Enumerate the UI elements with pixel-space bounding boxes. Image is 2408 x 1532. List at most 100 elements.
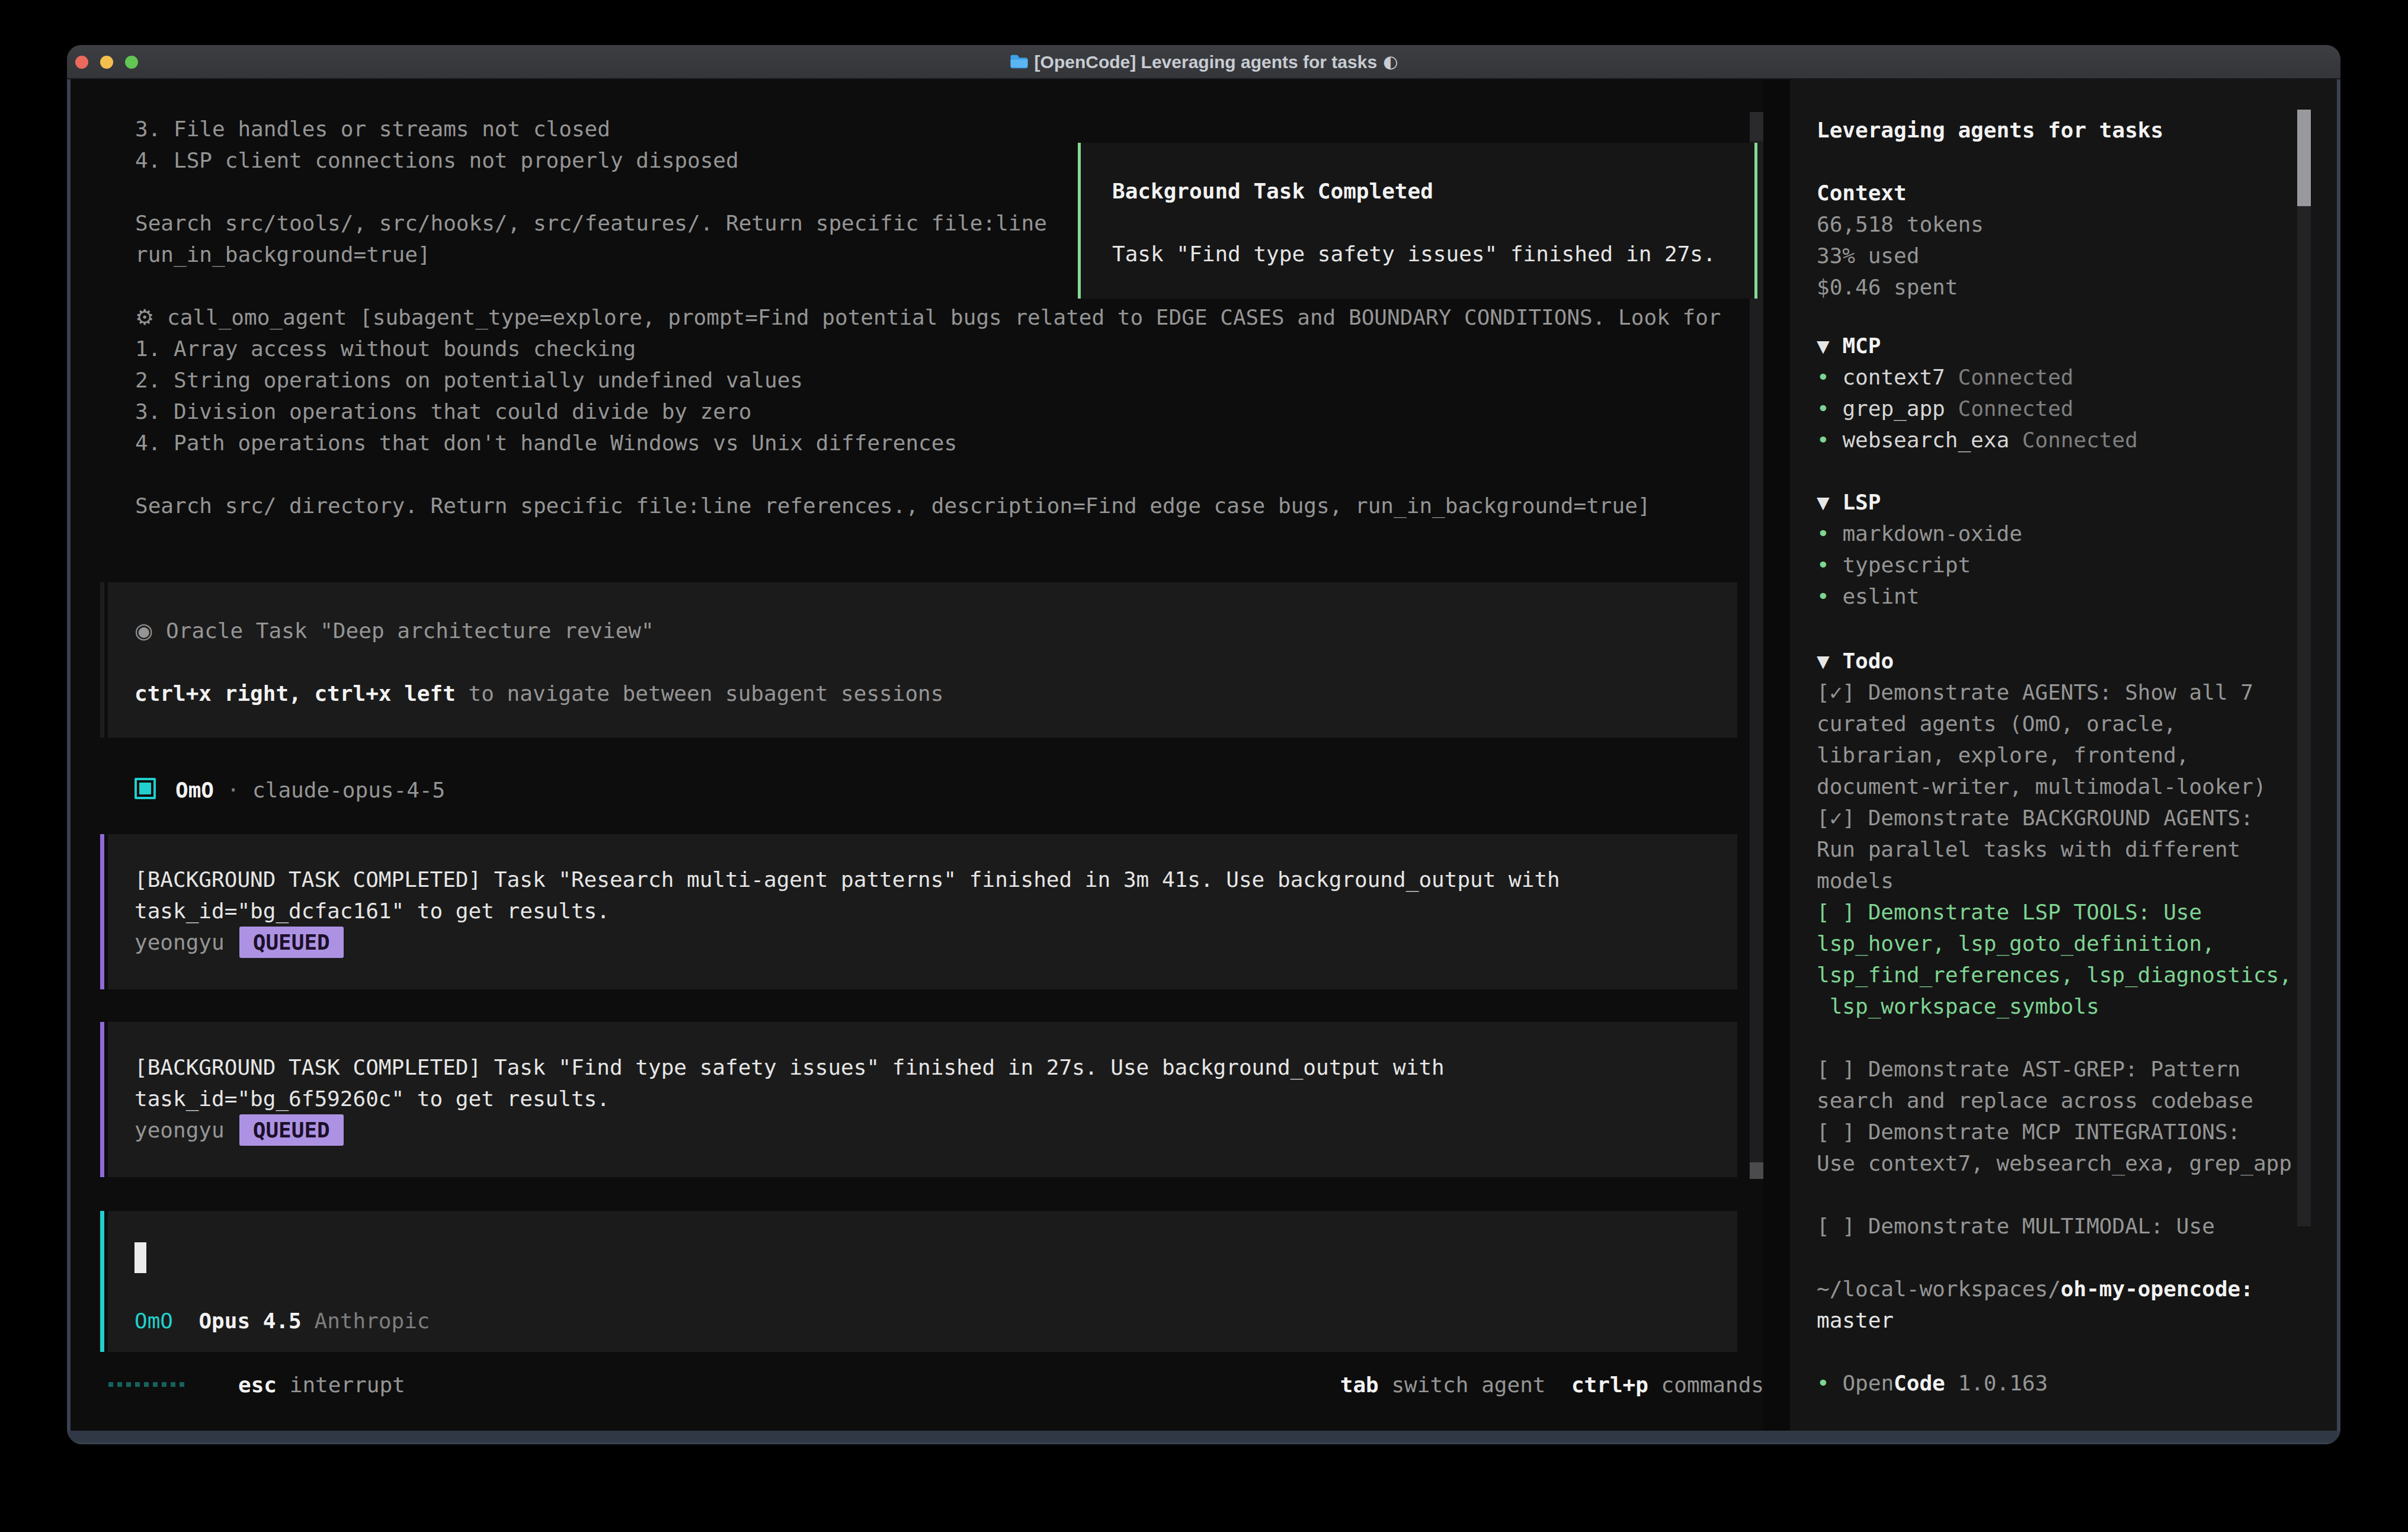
notification-body: Task "Find type safety issues" finished … (1112, 238, 1754, 270)
status-badge: QUEUED (239, 927, 344, 958)
chevron-down-icon: ▼ (1817, 649, 1830, 673)
mcp-item: • grep_app Connected (1817, 393, 2138, 424)
cmd-label: commands (1661, 1373, 1764, 1397)
agent-name: OmO (175, 778, 214, 802)
main-scrollbar-thumb[interactable] (1750, 1162, 1763, 1179)
lsp-item: • markdown-oxide (1817, 518, 2022, 549)
scrollback-line: 3. File handles or streams not closed (135, 113, 1721, 145)
task-line1: [BACKGROUND TASK COMPLETED] Task "Resear… (135, 864, 1737, 895)
input-model-line: OmO Opus 4.5 Anthropic (135, 1305, 1737, 1337)
context-used: 33% used (1817, 240, 1984, 271)
hint-rest: to navigate between subagent sessions (456, 681, 944, 706)
oracle-task-card: ◉ Oracle Task "Deep architecture review"… (108, 582, 1737, 738)
context-section: Context 66,518 tokens 33% used $0.46 spe… (1817, 177, 1984, 303)
workspace-path: ~/local-workspaces/oh-my-opencode: (1817, 1273, 2253, 1305)
session-indicator-icon: ◐ (1383, 46, 1398, 78)
chevron-down-icon: ▼ (1817, 490, 1830, 514)
todo-line: Run parallel tasks with different (1817, 834, 2292, 865)
folder-icon (1010, 54, 1029, 69)
input-line[interactable] (135, 1242, 1737, 1274)
close-button[interactable] (75, 56, 88, 69)
lsp-section-header[interactable]: ▼ LSP (1817, 486, 2022, 518)
sidebar-scrollbar[interactable] (2297, 110, 2311, 1226)
agent-header: OmO · claude-opus-4-5 (175, 774, 445, 806)
todo-line-active: [ ] Demonstrate LSP TOOLS: Use (1817, 896, 2292, 928)
task-line2: task_id="bg_dcfac161" to get results. (135, 895, 1737, 927)
panel-divider (1763, 79, 1790, 1431)
window-titlebar: [OpenCode] Leveraging agents for tasks ◐ (67, 45, 2340, 79)
hint-keys: ctrl+x right, ctrl+x left (135, 681, 456, 706)
todo-line: [ ] Demonstrate AST-GREP: Pattern (1817, 1053, 2292, 1085)
todo-section-header[interactable]: ▼ Todo (1817, 645, 2292, 677)
workspace-branch: master (1817, 1305, 2253, 1336)
scrollback-line: 4. Path operations that don't handle Win… (135, 427, 1721, 459)
tab-key: tab (1340, 1373, 1379, 1397)
bullet-icon: • (1817, 428, 1830, 452)
todo-line: [ ] Demonstrate MCP INTEGRATIONS: (1817, 1116, 2292, 1148)
window-bottom-strip (69, 1431, 2339, 1443)
notification-title: Background Task Completed (1112, 175, 1754, 207)
bullet-icon: • (1817, 521, 1830, 546)
text-cursor (135, 1242, 146, 1273)
bullet-icon: • (1817, 1371, 1830, 1395)
task-user: yeongyu (135, 930, 225, 954)
bullet-icon: • (1817, 396, 1830, 421)
esc-key: esc (238, 1373, 277, 1397)
prompt-input[interactable]: OmO Opus 4.5 Anthropic (108, 1211, 1737, 1352)
bullet-icon: • (1817, 553, 1830, 577)
todo-line-active: lsp_workspace_symbols (1817, 991, 2292, 1022)
task-card-accent (100, 834, 104, 989)
status-badge: QUEUED (239, 1114, 344, 1146)
todo-section: ▼ Todo [✓] Demonstrate AGENTS: Show all … (1817, 645, 2292, 1242)
agent-model: claude-opus-4-5 (252, 778, 445, 802)
sidebar-scrollbar-thumb[interactable] (2297, 110, 2311, 206)
lsp-section: ▼ LSP • markdown-oxide • typescript • es… (1817, 486, 2022, 612)
background-task-notification: Background Task Completed Task "Find typ… (1078, 143, 1757, 299)
mcp-section-header[interactable]: ▼ MCP (1817, 330, 2138, 361)
input-accent (100, 1211, 104, 1352)
context-tokens: 66,518 tokens (1817, 209, 1984, 240)
background-task-card: [BACKGROUND TASK COMPLETED] Task "Resear… (108, 834, 1737, 989)
todo-line: [ ] Demonstrate MULTIMODAL: Use (1817, 1210, 2292, 1242)
lsp-item: • eslint (1817, 581, 2022, 612)
scrollback-line: 3. Division operations that could divide… (135, 396, 1721, 427)
todo-line: models (1817, 865, 2292, 896)
todo-line: Use context7, websearch_exa, grep_app (1817, 1148, 2292, 1179)
todo-line-active: lsp_find_references, lsp_diagnostics, (1817, 959, 2292, 991)
status-right: tab switch agent ctrl+p commands (1340, 1369, 1764, 1400)
task-status-line: yeongyu QUEUED (135, 1114, 1737, 1146)
todo-line: [✓] Demonstrate AGENTS: Show all 7 (1817, 677, 2292, 708)
tool-call-line: ⚙ call_omo_agent [subagent_type=explore,… (135, 302, 1721, 333)
input-provider: Anthropic (314, 1309, 430, 1333)
task-status-line: yeongyu QUEUED (135, 927, 1737, 958)
cmd-key: ctrl+p (1571, 1373, 1648, 1397)
scrollback-line: 1. Array access without bounds checking (135, 333, 1721, 364)
task-user: yeongyu (135, 1118, 225, 1142)
gear-icon: ⚙ (135, 305, 154, 329)
oracle-icon: ◉ (135, 618, 153, 643)
zoom-button[interactable] (125, 56, 138, 69)
oracle-card-accent (100, 582, 104, 738)
oracle-task-line: ◉ Oracle Task "Deep architecture review" (135, 615, 1737, 646)
mcp-section: ▼ MCP • context7 Connected • grep_app Co… (1817, 330, 2138, 456)
minimize-button[interactable] (100, 56, 113, 69)
bullet-icon: • (1817, 584, 1830, 608)
desktop: { "titlebar": { "title": "[OpenCode] Lev… (0, 0, 2408, 1532)
window-title: [OpenCode] Leveraging agents for tasks (1035, 46, 1377, 78)
todo-line: curated agents (OmO, oracle, (1817, 708, 2292, 739)
lsp-item: • typescript (1817, 549, 2022, 581)
chevron-down-icon: ▼ (1817, 334, 1830, 358)
tab-label: switch agent (1391, 1373, 1545, 1397)
todo-line: search and replace across codebase (1817, 1085, 2292, 1116)
task-card-accent (100, 1022, 104, 1177)
version-line: • OpenCode 1.0.163 (1817, 1367, 2253, 1399)
input-model: Opus 4.5 (198, 1309, 301, 1333)
sidebar-footer: ~/local-workspaces/oh-my-opencode: maste… (1817, 1273, 2253, 1399)
esc-label: interrupt (290, 1373, 405, 1397)
todo-line: document-writer, multimodal-looker) (1817, 771, 2292, 802)
todo-line: [✓] Demonstrate BACKGROUND AGENTS: (1817, 802, 2292, 834)
scrollback-line: 2. String operations on potentially unde… (135, 364, 1721, 396)
session-title: Leveraging agents for tasks (1817, 114, 2163, 146)
context-header: Context (1817, 177, 1984, 209)
mcp-item: • websearch_exa Connected (1817, 424, 2138, 456)
